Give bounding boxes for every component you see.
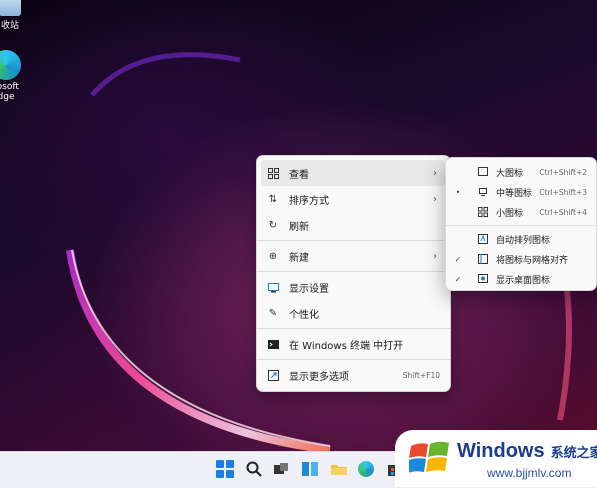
- widgets-icon[interactable]: [301, 460, 319, 478]
- menu-divider: [257, 359, 450, 360]
- align-grid-icon: [477, 254, 488, 265]
- desktop-icon-edge[interactable]: rosoft dge: [0, 50, 26, 102]
- menu-item-refresh[interactable]: ↻ 刷新: [261, 212, 446, 238]
- menu-divider: [257, 271, 450, 272]
- desktop-context-menu: 查看 › ⇅ 排序方式 › ↻ 刷新 ⊕ 新建 › 显示设置 ✎ 个性化 在 W…: [256, 155, 451, 392]
- checkmark-icon: ✓: [454, 254, 462, 264]
- submenu-item-show-desktop-icons[interactable]: ✓ 显示桌面图标: [449, 269, 593, 289]
- radio-dot-icon: •: [455, 187, 461, 197]
- checkmark-icon: ✓: [454, 274, 462, 284]
- desktop-icon-label: rosoft dge: [0, 82, 19, 102]
- chevron-right-icon: ›: [433, 250, 437, 262]
- brush-icon: ✎: [268, 307, 278, 319]
- refresh-icon: ↻: [268, 219, 278, 231]
- menu-divider: [446, 225, 596, 226]
- task-view-icon[interactable]: [272, 460, 290, 478]
- auto-arrange-icon: [477, 234, 488, 245]
- recycle-bin-icon: [0, 0, 21, 16]
- menu-item-open-terminal[interactable]: 在 Windows 终端 中打开: [261, 331, 446, 357]
- chevron-right-icon: ›: [433, 167, 437, 179]
- watermark-url: www.bjjmlv.com: [487, 466, 572, 480]
- menu-item-more-options[interactable]: 显示更多选项 Shift+F10: [261, 362, 446, 388]
- chevron-right-icon: ›: [433, 193, 437, 205]
- edge-icon: [0, 50, 21, 80]
- watermark-title: Windows: [457, 440, 545, 462]
- show-desktop-icons-icon: [477, 274, 488, 285]
- large-icons-icon: [477, 167, 488, 178]
- grid-icon: [267, 167, 279, 179]
- new-icon: ⊕: [268, 250, 278, 262]
- menu-item-sort[interactable]: ⇅ 排序方式 ›: [261, 186, 446, 212]
- small-icons-icon: [477, 207, 488, 218]
- submenu-item-small-icons[interactable]: 小图标 Ctrl+Shift+4: [449, 202, 593, 222]
- watermark-subtitle: 系统之家: [550, 446, 597, 461]
- menu-item-display-settings[interactable]: 显示设置: [261, 274, 446, 300]
- menu-divider: [257, 240, 450, 241]
- view-submenu: 大图标 Ctrl+Shift+2 • 中等图标 Ctrl+Shift+3 小图标…: [445, 157, 597, 291]
- more-options-icon: [267, 369, 279, 381]
- display-settings-icon: [267, 281, 279, 293]
- menu-item-view[interactable]: 查看 ›: [261, 160, 446, 186]
- desktop-icon-label: 收站: [0, 21, 19, 31]
- search-icon[interactable]: [245, 460, 263, 478]
- submenu-item-auto-arrange[interactable]: 自动排列图标: [449, 229, 593, 249]
- sort-icon: ⇅: [268, 193, 278, 205]
- file-explorer-icon[interactable]: [330, 460, 348, 478]
- desktop-icon-recycle-bin[interactable]: 收站: [0, 0, 30, 31]
- medium-icons-icon: [477, 187, 488, 198]
- start-icon[interactable]: [216, 460, 234, 478]
- windows-logo-icon: [408, 438, 451, 482]
- submenu-item-medium-icons[interactable]: • 中等图标 Ctrl+Shift+3: [449, 182, 593, 202]
- submenu-item-large-icons[interactable]: 大图标 Ctrl+Shift+2: [449, 162, 593, 182]
- menu-item-personalize[interactable]: ✎ 个性化: [261, 300, 446, 326]
- watermark: Windows 系统之家 www.bjjmlv.com: [395, 430, 597, 487]
- terminal-icon: [267, 338, 279, 350]
- menu-divider: [257, 328, 450, 329]
- edge-icon[interactable]: [358, 461, 374, 477]
- menu-item-new[interactable]: ⊕ 新建 ›: [261, 243, 446, 269]
- submenu-item-align-to-grid[interactable]: ✓ 将图标与网格对齐: [449, 249, 593, 269]
